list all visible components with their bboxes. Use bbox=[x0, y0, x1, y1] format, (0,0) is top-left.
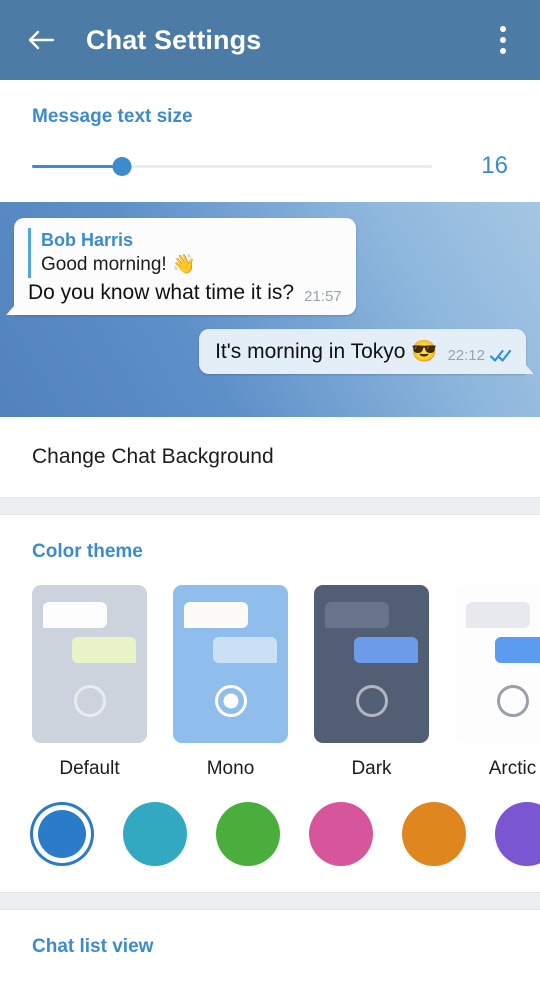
outgoing-message-row: It's morning in Tokyo 😎 22:12 bbox=[14, 329, 526, 375]
outgoing-message-meta: 22:12 bbox=[447, 347, 512, 365]
incoming-message-line: Do you know what time it is? 21:57 bbox=[28, 280, 342, 306]
theme-list[interactable]: Default Mono Dark Arctic bbox=[0, 563, 540, 780]
incoming-message-time: 21:57 bbox=[304, 288, 342, 306]
text-size-slider[interactable] bbox=[32, 153, 432, 179]
swatch-dot bbox=[309, 802, 373, 866]
outgoing-message-bubble[interactable]: It's morning in Tokyo 😎 22:12 bbox=[199, 329, 526, 375]
incoming-message-text: Do you know what time it is? bbox=[28, 280, 295, 304]
chat-list-view-title: Chat list view bbox=[32, 936, 154, 957]
quote-author: Bob Harris bbox=[41, 230, 134, 250]
theme-option-dark[interactable]: Dark bbox=[314, 585, 429, 780]
swatch-dot bbox=[402, 802, 466, 866]
theme-option-default[interactable]: Default bbox=[32, 585, 147, 780]
more-vertical-icon bbox=[500, 48, 506, 54]
theme-bubble-outgoing bbox=[354, 637, 418, 663]
accent-swatch-blue[interactable] bbox=[30, 802, 94, 866]
theme-option-mono[interactable]: Mono bbox=[173, 585, 288, 780]
incoming-message-bubble[interactable]: Bob Harris Good morning! 👋 Do you know w… bbox=[14, 218, 356, 316]
quote-text: Good morning! 👋 bbox=[41, 254, 196, 276]
text-size-value: 16 bbox=[481, 152, 508, 179]
theme-bubble-incoming bbox=[43, 602, 107, 628]
outgoing-message-time: 22:12 bbox=[447, 347, 485, 365]
quoted-message: Bob Harris Good morning! 👋 bbox=[28, 228, 342, 278]
theme-label: Mono bbox=[206, 758, 255, 779]
theme-label: Arctic bbox=[488, 758, 537, 779]
theme-card bbox=[455, 585, 540, 743]
theme-radio[interactable] bbox=[73, 685, 106, 717]
accent-swatch-pink[interactable] bbox=[309, 802, 373, 866]
incoming-message-row: Bob Harris Good morning! 👋 Do you know w… bbox=[14, 218, 526, 316]
app-bar: Chat Settings bbox=[0, 0, 540, 80]
section-divider bbox=[0, 497, 540, 515]
accent-color-list[interactable] bbox=[0, 780, 540, 892]
theme-bubble-incoming bbox=[325, 602, 389, 628]
text-size-slider-row: 16 bbox=[0, 128, 540, 180]
more-vertical-icon bbox=[500, 26, 506, 32]
theme-bubble-outgoing bbox=[213, 637, 277, 663]
slider-fill bbox=[32, 164, 122, 168]
theme-radio[interactable] bbox=[496, 685, 529, 717]
accent-swatch-purple[interactable] bbox=[495, 802, 540, 866]
theme-bubble-incoming bbox=[466, 602, 530, 628]
theme-bubble-incoming bbox=[184, 602, 248, 628]
chat-list-view-section: Chat list view bbox=[0, 910, 540, 958]
theme-card bbox=[173, 585, 288, 743]
incoming-message-meta: 21:57 bbox=[304, 288, 342, 306]
overflow-menu-button[interactable] bbox=[486, 18, 520, 62]
arrow-left-icon bbox=[28, 30, 55, 50]
theme-bubble-outgoing bbox=[72, 637, 136, 663]
chat-preview: Bob Harris Good morning! 👋 Do you know w… bbox=[0, 202, 540, 417]
theme-radio-selected[interactable] bbox=[214, 685, 247, 717]
accent-swatch-teal[interactable] bbox=[123, 802, 187, 866]
double-check-icon bbox=[490, 348, 512, 363]
theme-bubble-outgoing bbox=[495, 637, 540, 663]
accent-swatch-green[interactable] bbox=[216, 802, 280, 866]
color-theme-section: Color theme Default Mono Dark Arctic bbox=[0, 515, 540, 892]
theme-label: Dark bbox=[351, 758, 392, 779]
theme-radio[interactable] bbox=[355, 685, 388, 717]
theme-card bbox=[32, 585, 147, 743]
page-title: Chat Settings bbox=[86, 24, 262, 55]
swatch-dot bbox=[123, 802, 187, 866]
outgoing-message-line: It's morning in Tokyo 😎 22:12 bbox=[215, 339, 512, 365]
theme-option-arctic[interactable]: Arctic bbox=[455, 585, 540, 780]
theme-card bbox=[314, 585, 429, 743]
swatch-dot bbox=[495, 802, 540, 866]
section-divider bbox=[0, 892, 540, 910]
theme-label: Default bbox=[59, 758, 120, 779]
change-chat-background-row[interactable]: Change Chat Background bbox=[0, 417, 540, 497]
more-vertical-icon bbox=[500, 37, 506, 43]
color-theme-title: Color theme bbox=[32, 541, 143, 562]
swatch-dot bbox=[216, 802, 280, 866]
slider-thumb[interactable] bbox=[112, 156, 132, 176]
outgoing-message-text: It's morning in Tokyo 😎 bbox=[215, 340, 438, 364]
change-chat-background-section: Change Chat Background bbox=[0, 417, 540, 497]
message-text-size-title: Message text size bbox=[32, 106, 193, 127]
message-text-size-section: Message text size 16 bbox=[0, 80, 540, 202]
swatch-dot bbox=[38, 810, 86, 858]
accent-swatch-orange[interactable] bbox=[402, 802, 466, 866]
back-button[interactable] bbox=[18, 17, 64, 63]
